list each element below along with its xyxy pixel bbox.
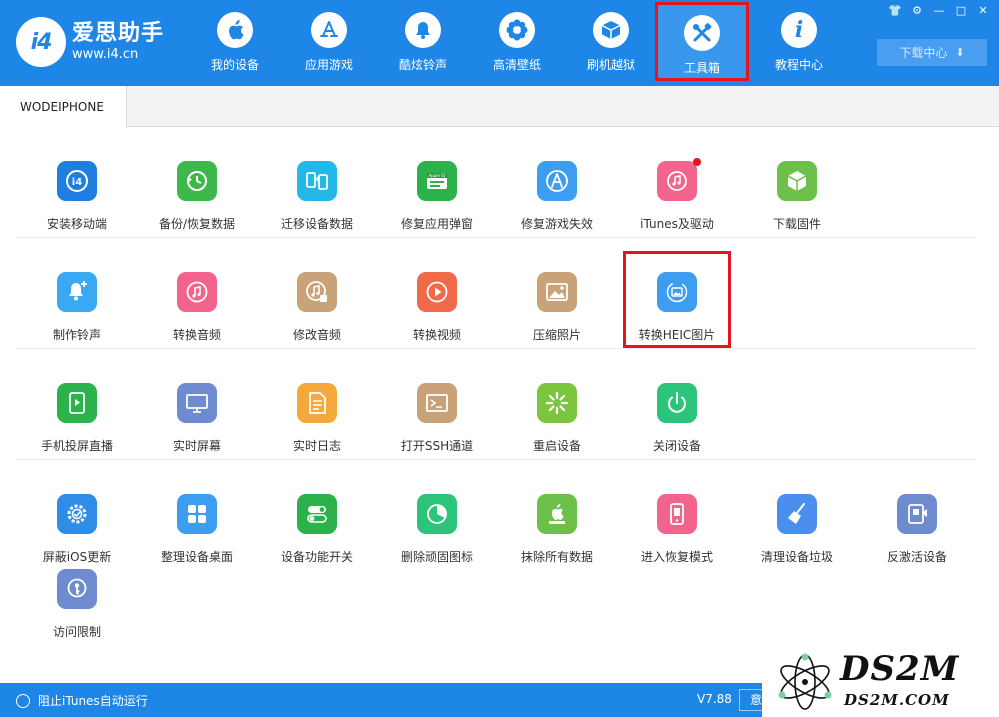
tool-backup-restore[interactable]: 备份/恢复数据 [137,161,257,232]
broom-icon [777,494,817,534]
tool-shutdown-device[interactable]: 关闭设备 [617,383,737,454]
download-center-button[interactable]: 下载中心 ⬇ [877,39,987,66]
tool-fix-app-popup[interactable]: Apple ID 修复应用弹窗 [377,161,497,232]
tool-open-ssh[interactable]: 打开SSH通道 [377,383,497,454]
tool-erase-all-data[interactable]: 抹除所有数据 [497,494,617,565]
app-store-fix-icon [537,161,577,201]
tool-row: 手机投屏直播 实时屏幕 实时日志 打开SSH通道 重启设备 关闭设备 [0,349,990,460]
download-icon: ⬇ [955,46,965,59]
notification-badge [693,158,701,166]
app-url: www.i4.cn [72,47,139,62]
tools-icon [684,15,720,51]
tool-row: 屏蔽iOS更新 整理设备桌面 设备功能开关 删除顽固图标 抹除所有数据 进入恢复… [0,460,990,571]
svg-text:Apple ID: Apple ID [429,173,446,178]
i4-logo-icon: i4 [16,17,66,67]
block-itunes-autorun-toggle[interactable]: 阻止iTunes自动运行 [16,692,148,709]
tool-recovery-mode[interactable]: 进入恢复模式 [617,494,737,565]
close-icon[interactable]: ✕ [973,2,993,18]
tool-block-ios-update[interactable]: 屏蔽iOS更新 [17,494,137,565]
tool-itunes-drivers[interactable]: iTunes及驱动 [617,158,737,232]
tool-row: i4 安装移动端 备份/恢复数据 迁移设备数据 Apple ID 修复应用弹窗 [0,127,990,238]
terminal-icon [417,383,457,423]
key-lock-icon [57,569,97,609]
tool-organize-desktop[interactable]: 整理设备桌面 [137,494,257,565]
device-tab-bar: WODEIPHONE [0,86,999,128]
tool-restart-device[interactable]: 重启设备 [497,383,617,454]
restart-icon [537,383,577,423]
pie-icon [417,494,457,534]
version-label: V7.88 [697,692,732,706]
app-logo: i4 爱思助手 www.i4.cn [16,17,164,67]
tool-deactivate-device[interactable]: 反激活设备 [857,494,977,565]
photo-icon [537,272,577,312]
app-store-icon [311,12,347,48]
window-controls: 👕 ⚙ — □ ✕ [883,2,993,18]
radio-icon [16,693,30,708]
tool-delete-stubborn-icons[interactable]: 删除顽固图标 [377,494,497,565]
screen-mirror-icon [57,383,97,423]
apple-erase-icon [537,494,577,534]
apple-id-icon: Apple ID [417,161,457,201]
bell-plus-icon [57,272,97,312]
tool-screen-mirror[interactable]: 手机投屏直播 [17,383,137,454]
tool-access-restriction[interactable]: 访问限制 [17,569,137,640]
atom-logo-icon [778,653,832,710]
music-edit-icon [297,272,337,312]
skin-icon[interactable]: 👕 [885,2,905,18]
watermark-url: DS2M.COM [844,691,950,709]
device-tab[interactable]: WODEIPHONE [0,86,127,128]
tool-live-screen[interactable]: 实时屏幕 [137,383,257,454]
nav-my-device[interactable]: 我的设备 [188,0,282,86]
tool-convert-audio[interactable]: 转换音频 [137,272,257,343]
tool-convert-video[interactable]: 转换视频 [377,272,497,343]
top-header: i4 爱思助手 www.i4.cn 我的设备 应用游戏 酷炫铃声 高清壁纸 刷机… [0,0,999,86]
tool-feature-toggles[interactable]: 设备功能开关 [257,494,377,565]
phone-transfer-icon [297,161,337,201]
deactivate-icon [897,494,937,534]
info-icon: i [781,12,817,48]
nav-flash-jailbreak[interactable]: 刷机越狱 [564,0,658,86]
tool-download-firmware[interactable]: 下载固件 [737,161,857,232]
svg-text:i4: i4 [72,177,82,188]
maximize-icon[interactable]: □ [951,2,971,18]
music-note-icon [177,272,217,312]
tool-live-log[interactable]: 实时日志 [257,383,377,454]
tool-edit-audio[interactable]: 修改音频 [257,272,377,343]
power-icon [657,383,697,423]
tool-compress-photos[interactable]: 压缩照片 [497,272,617,343]
tool-migrate-data[interactable]: 迁移设备数据 [257,161,377,232]
itunes-icon [657,158,701,201]
monitor-icon [177,383,217,423]
app-name: 爱思助手 [72,21,165,46]
apple-icon [217,12,253,48]
minimize-icon[interactable]: — [929,2,949,18]
grid-icon [177,494,217,534]
i4-app-icon: i4 [57,161,97,201]
clock-backup-icon [177,161,217,201]
watermark-text: DS2M [840,649,960,689]
flower-icon [499,12,535,48]
document-icon [297,383,337,423]
toggle-icon [297,494,337,534]
tools-grid: i4 安装移动端 备份/恢复数据 迁移设备数据 Apple ID 修复应用弹窗 [0,127,990,682]
nav-toolbox[interactable]: 工具箱 [655,2,749,81]
gear-block-icon [57,494,97,534]
tool-make-ringtone[interactable]: 制作铃声 [17,272,137,343]
settings-icon[interactable]: ⚙ [907,2,927,18]
watermark: DS2M DS2M.COM [762,647,999,717]
cube-icon [777,161,817,201]
bell-icon [405,12,441,48]
tool-fix-games[interactable]: 修复游戏失效 [497,161,617,232]
play-icon [417,272,457,312]
box-icon [593,12,629,48]
phone-recovery-icon [657,494,697,534]
tool-install-mobile[interactable]: i4 安装移动端 [17,161,137,232]
nav-wallpapers[interactable]: 高清壁纸 [470,0,564,86]
nav-ringtones[interactable]: 酷炫铃声 [376,0,470,86]
tool-row: 制作铃声 转换音频 修改音频 转换视频 压缩照片 转换HEIC图片 [0,238,990,349]
nav-tutorials[interactable]: i 教程中心 [752,0,846,86]
highlight-box [623,251,731,348]
nav-apps-games[interactable]: 应用游戏 [282,0,376,86]
tool-clean-junk[interactable]: 清理设备垃圾 [737,494,857,565]
